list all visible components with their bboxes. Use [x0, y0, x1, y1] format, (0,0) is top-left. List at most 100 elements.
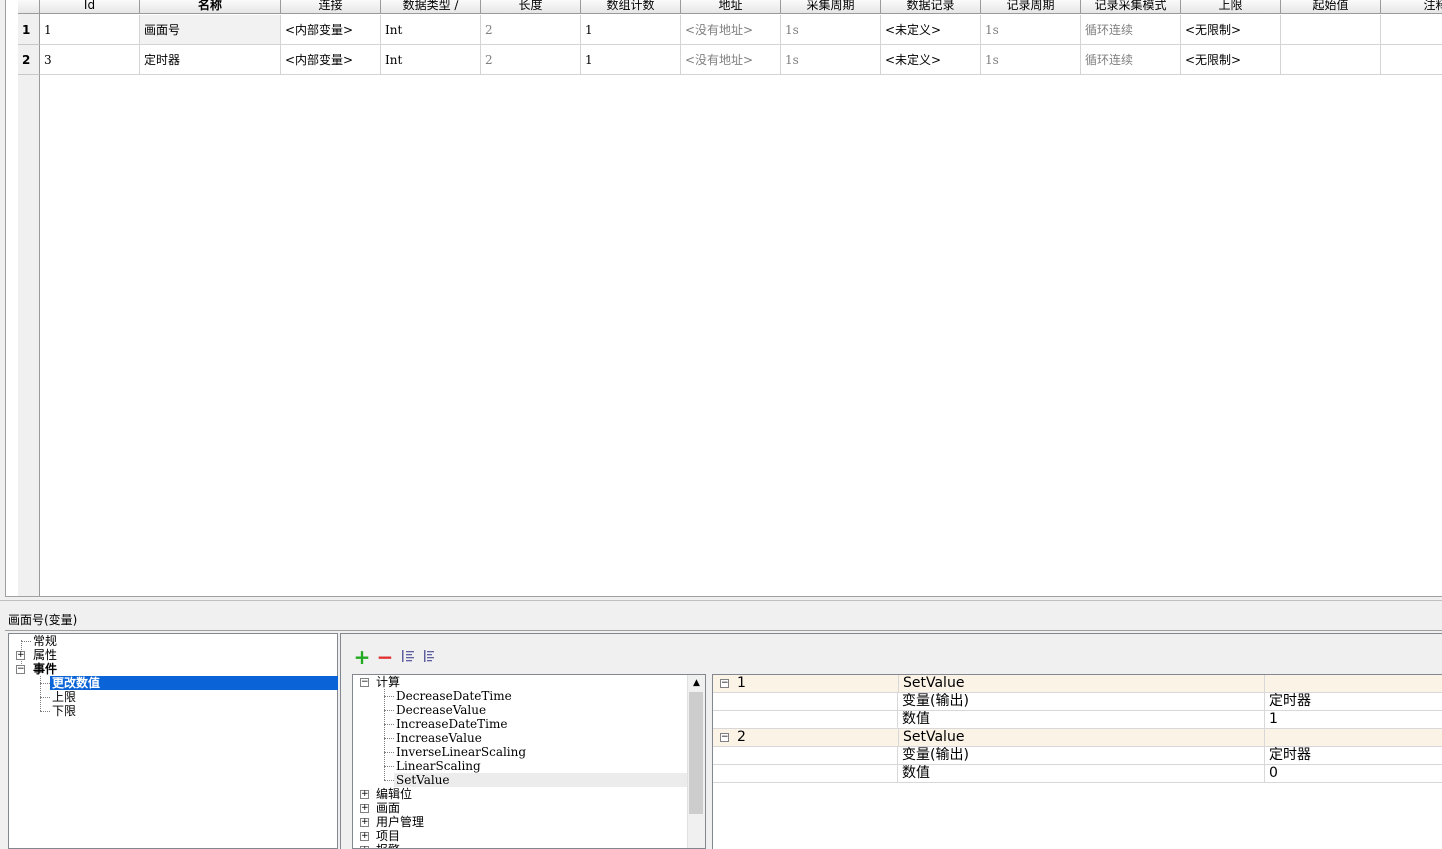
- parameter-row[interactable]: 变量(输出) 定时器: [713, 747, 1442, 765]
- table-cell[interactable]: <无限制>: [1181, 15, 1281, 45]
- column-header-acq-cycle[interactable]: 采集周期: [781, 0, 881, 14]
- table-cell[interactable]: 1: [581, 45, 681, 75]
- function-item[interactable]: DecreaseValue: [396, 703, 486, 717]
- tree-item-events[interactable]: 事件: [33, 662, 57, 676]
- column-header-upper-limit[interactable]: 上限: [1181, 0, 1281, 14]
- tree-line: [40, 697, 50, 698]
- tree-group-item[interactable]: 用户管理: [376, 815, 424, 829]
- param-spacer: [713, 711, 898, 728]
- collapse-icon[interactable]: −: [720, 733, 729, 742]
- entry-function[interactable]: SetValue: [898, 675, 1265, 692]
- column-header-data-log[interactable]: 数据记录: [881, 0, 981, 14]
- table-cell[interactable]: <没有地址>: [681, 45, 781, 75]
- parameter-row[interactable]: 数值 1: [713, 711, 1442, 729]
- tree-item-general[interactable]: 常规: [33, 634, 57, 648]
- table-cell[interactable]: 1s: [981, 15, 1081, 45]
- expand-icon[interactable]: +: [16, 651, 25, 660]
- vertical-scrollbar[interactable]: ▲: [687, 675, 705, 848]
- tree-item-value-change[interactable]: 更改数值: [50, 676, 338, 690]
- table-cell[interactable]: <未定义>: [881, 15, 981, 45]
- indent-icon[interactable]: [399, 648, 417, 666]
- expand-icon[interactable]: +: [360, 832, 369, 841]
- column-header-log-mode[interactable]: 记录采集模式: [1081, 0, 1181, 14]
- expand-icon[interactable]: +: [360, 804, 369, 813]
- row-number[interactable]: 2: [18, 45, 40, 75]
- collapse-icon[interactable]: −: [720, 679, 729, 688]
- function-item[interactable]: InverseLinearScaling: [396, 745, 526, 759]
- column-header-connection[interactable]: 连接: [281, 0, 381, 14]
- param-value[interactable]: 定时器: [1265, 693, 1442, 710]
- scroll-up-icon[interactable]: ▲: [688, 675, 705, 691]
- column-header-address[interactable]: 地址: [681, 0, 781, 14]
- table-cell[interactable]: 1s: [981, 45, 1081, 75]
- table-cell[interactable]: 定时器: [140, 45, 281, 75]
- column-header-comment[interactable]: 注释: [1381, 0, 1442, 14]
- table-cell[interactable]: <内部变量>: [281, 15, 381, 45]
- column-header-datatype[interactable]: 数据类型 ∕: [381, 0, 481, 14]
- tree-item-properties[interactable]: 属性: [33, 648, 57, 662]
- tree-group-item[interactable]: 报警: [376, 843, 400, 848]
- table-cell[interactable]: <无限制>: [1181, 45, 1281, 75]
- tree-group-item[interactable]: 编辑位: [376, 787, 412, 801]
- panel-splitter[interactable]: [0, 600, 1442, 610]
- expand-icon[interactable]: +: [360, 790, 369, 799]
- table-cell[interactable]: <内部变量>: [281, 45, 381, 75]
- table-cell[interactable]: Int: [381, 45, 481, 75]
- entry-function-value[interactable]: [1265, 729, 1442, 746]
- table-cell[interactable]: [1281, 45, 1381, 75]
- function-entry-row[interactable]: − 2 SetValue: [713, 729, 1442, 747]
- table-cell[interactable]: 循环连续: [1081, 15, 1181, 45]
- param-spacer: [713, 747, 898, 764]
- tree-group-item[interactable]: 项目: [376, 829, 400, 843]
- function-item[interactable]: DecreaseDateTime: [396, 689, 512, 703]
- entry-function[interactable]: SetValue: [898, 729, 1265, 746]
- collapse-icon[interactable]: −: [360, 678, 369, 687]
- table-cell[interactable]: 3: [40, 45, 140, 75]
- function-item[interactable]: LinearScaling: [396, 759, 481, 773]
- scrollbar-thumb[interactable]: [689, 692, 703, 814]
- param-value[interactable]: 1: [1265, 711, 1442, 728]
- function-item[interactable]: IncreaseDateTime: [396, 717, 507, 731]
- column-header-log-cycle[interactable]: 记录周期: [981, 0, 1081, 14]
- outdent-icon[interactable]: [421, 648, 439, 666]
- table-cell[interactable]: [1381, 45, 1442, 75]
- tree-item-upper-limit[interactable]: 上限: [52, 690, 76, 704]
- expand-icon[interactable]: +: [360, 818, 369, 827]
- function-entry-row[interactable]: − 1 SetValue: [713, 675, 1442, 693]
- table-cell[interactable]: 2: [481, 15, 581, 45]
- table-cell[interactable]: [1281, 15, 1381, 45]
- parameter-row[interactable]: 变量(输出) 定时器: [713, 693, 1442, 711]
- table-cell[interactable]: 1s: [781, 45, 881, 75]
- function-item-selected[interactable]: SetValue: [394, 773, 690, 787]
- tree-item-lower-limit[interactable]: 下限: [52, 704, 76, 718]
- remove-icon[interactable]: −: [376, 647, 394, 667]
- column-header-array-count[interactable]: 数组计数: [581, 0, 681, 14]
- tree-item-category[interactable]: 计算: [376, 675, 400, 689]
- row-number[interactable]: 1: [18, 15, 40, 45]
- table-cell[interactable]: 1: [581, 15, 681, 45]
- table-cell[interactable]: Int: [381, 15, 481, 45]
- corner-cell[interactable]: [18, 0, 40, 14]
- column-header-id[interactable]: Id: [40, 0, 140, 14]
- param-value[interactable]: 定时器: [1265, 747, 1442, 764]
- table-cell[interactable]: 循环连续: [1081, 45, 1181, 75]
- table-cell[interactable]: 2: [481, 45, 581, 75]
- table-cell[interactable]: <未定义>: [881, 45, 981, 75]
- add-icon[interactable]: +: [353, 647, 371, 667]
- parameter-row[interactable]: 数值 0: [713, 765, 1442, 783]
- table-cell[interactable]: 画面号: [140, 15, 281, 45]
- function-item[interactable]: IncreaseValue: [396, 731, 482, 745]
- table-cell[interactable]: [1381, 15, 1442, 45]
- tag-table-body: Id 名称 连接 数据类型 ∕ 长度 数组计数 地址 采集周期 数据记录 记录周…: [5, 0, 1442, 597]
- column-header-length[interactable]: 长度: [481, 0, 581, 14]
- column-header-name[interactable]: 名称: [140, 0, 281, 14]
- table-cell[interactable]: 1: [40, 15, 140, 45]
- table-cell[interactable]: 1s: [781, 15, 881, 45]
- column-header-start-value[interactable]: 起始值: [1281, 0, 1381, 14]
- collapse-icon[interactable]: −: [16, 665, 25, 674]
- entry-index: 1: [737, 675, 746, 691]
- param-value[interactable]: 0: [1265, 765, 1442, 782]
- tree-group-item[interactable]: 画面: [376, 801, 400, 815]
- table-cell[interactable]: <没有地址>: [681, 15, 781, 45]
- entry-function-value[interactable]: [1265, 675, 1442, 692]
